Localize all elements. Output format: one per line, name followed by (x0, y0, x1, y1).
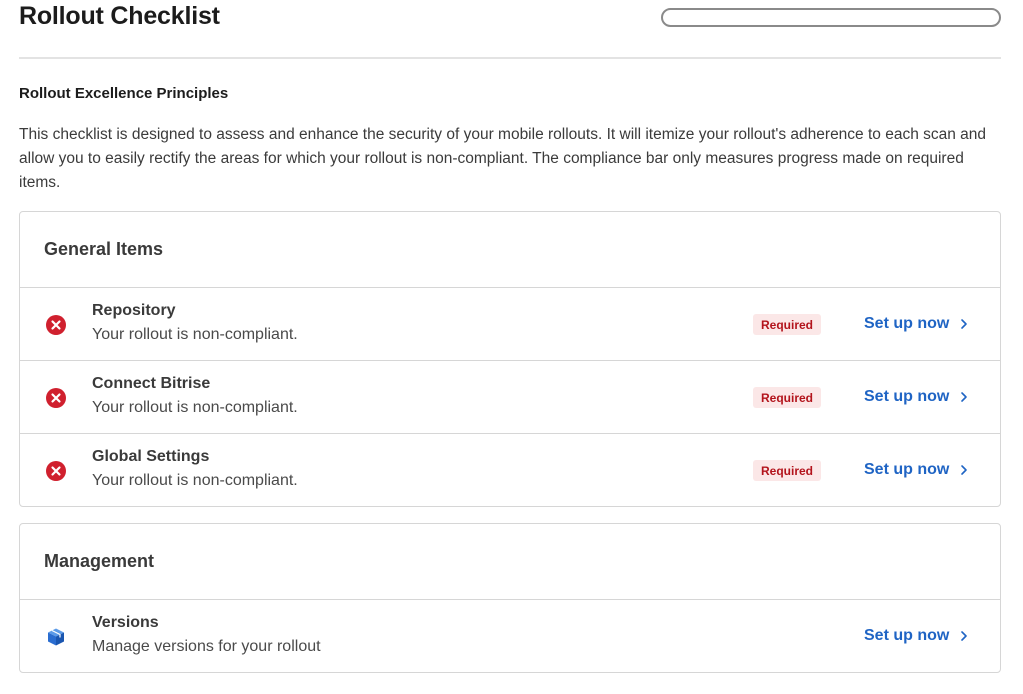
set-up-now-label: Set up now (864, 461, 950, 478)
error-x-icon (46, 315, 66, 335)
chevron-right-icon (961, 631, 968, 641)
row-title: Repository (92, 302, 176, 319)
row-status: Your rollout is non-compliant. (92, 399, 298, 416)
checklist-row-repository: Repository Your rollout is non-compliant… (20, 288, 1000, 361)
set-up-now-link[interactable]: Set up now (864, 459, 969, 481)
set-up-now-label: Set up now (864, 627, 950, 644)
management-card: Management Versions Manage versions for … (19, 523, 1001, 673)
row-description: Manage versions for your rollout (92, 638, 321, 655)
row-title: Connect Bitrise (92, 375, 211, 392)
row-title: Global Settings (92, 448, 210, 465)
general-items-title: General Items (20, 212, 1000, 288)
page-header: Rollout Checklist (19, 0, 1001, 59)
row-status: Your rollout is non-compliant. (92, 326, 298, 343)
error-x-icon (46, 461, 66, 481)
checklist-row-global-settings: Global Settings Your rollout is non-comp… (20, 434, 1000, 507)
row-title: Versions (92, 614, 159, 631)
principles-heading: Rollout Excellence Principles (19, 85, 229, 102)
error-x-icon (46, 388, 66, 408)
management-title: Management (20, 524, 1000, 600)
box-icon (48, 628, 64, 646)
set-up-now-link[interactable]: Set up now (864, 625, 969, 647)
row-status: Your rollout is non-compliant. (92, 472, 298, 489)
set-up-now-link[interactable]: Set up now (864, 313, 969, 335)
checklist-row-connect-bitrise: Connect Bitrise Your rollout is non-comp… (20, 361, 1000, 434)
chevron-right-icon (961, 319, 968, 329)
chevron-right-icon (961, 465, 968, 475)
required-badge: Required (753, 387, 822, 408)
set-up-now-label: Set up now (864, 315, 950, 332)
general-items-card: General Items Repository Your rollout is… (19, 211, 1001, 507)
checklist-row-versions: Versions Manage versions for your rollou… (20, 600, 1000, 673)
page-title: Rollout Checklist (19, 2, 220, 30)
compliance-progress-bar (661, 8, 1001, 27)
set-up-now-label: Set up now (864, 388, 950, 405)
set-up-now-link[interactable]: Set up now (864, 386, 969, 408)
required-badge: Required (753, 314, 822, 335)
chevron-right-icon (961, 392, 968, 402)
principles-description: This checklist is designed to assess and… (19, 126, 987, 191)
required-badge: Required (753, 460, 822, 481)
